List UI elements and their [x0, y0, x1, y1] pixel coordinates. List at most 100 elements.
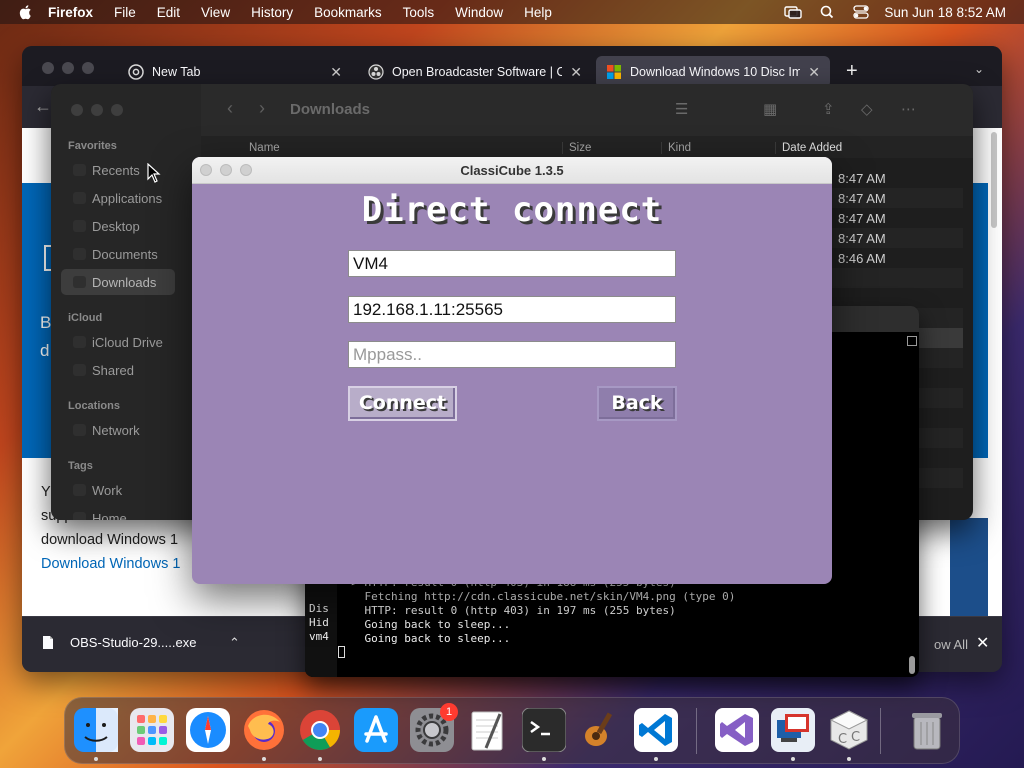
- svg-text:C: C: [851, 730, 860, 745]
- menu-tools[interactable]: Tools: [403, 5, 435, 20]
- sidebar-item-label: Recents: [92, 162, 140, 178]
- list-view-icon[interactable]: ☰: [675, 100, 688, 118]
- screen-mirroring-icon[interactable]: [784, 5, 803, 19]
- column-date-added[interactable]: Date Added: [775, 142, 842, 154]
- menu-history[interactable]: History: [251, 5, 293, 20]
- tab-close-icon[interactable]: ✕: [330, 64, 342, 81]
- tag-icon[interactable]: ◇: [861, 100, 873, 118]
- dock-safari[interactable]: [186, 708, 230, 752]
- terminal-scrollbar[interactable]: [907, 336, 917, 676]
- back-button[interactable]: Back: [597, 386, 677, 421]
- sidebar-item-tag-work[interactable]: Work: [61, 477, 175, 503]
- sidebar-item-label: Desktop: [92, 218, 140, 234]
- close-icon[interactable]: ✕: [976, 633, 989, 653]
- sidebar-item-label: Shared: [92, 362, 134, 378]
- window-zoom-button[interactable]: [82, 62, 94, 74]
- sidebar-item-desktop[interactable]: Desktop: [61, 213, 175, 239]
- apple-menu-icon[interactable]: [18, 4, 34, 20]
- classicube-titlebar[interactable]: ClassiCube 1.3.5: [192, 157, 832, 184]
- tab-close-icon[interactable]: ✕: [570, 64, 582, 81]
- share-icon[interactable]: ⇪: [822, 100, 835, 118]
- hero-text: B: [40, 313, 52, 332]
- chevron-right-icon[interactable]: ›: [259, 98, 265, 119]
- control-center-icon[interactable]: [852, 5, 870, 19]
- running-indicator: [542, 757, 546, 761]
- sidebar-item-icloud-drive[interactable]: iCloud Drive: [61, 329, 175, 355]
- connect-button[interactable]: Connect: [348, 386, 457, 421]
- dock-visual-studio[interactable]: [715, 708, 759, 752]
- column-size[interactable]: Size: [562, 142, 591, 154]
- page-scrollbar[interactable]: [990, 128, 998, 228]
- desktop-icon: [73, 220, 86, 232]
- sidebar-item-label: Downloads: [92, 274, 157, 290]
- dock-remote-desktop[interactable]: [771, 708, 815, 752]
- menu-clock[interactable]: Sun Jun 18 8:52 AM: [884, 5, 1006, 20]
- more-actions-icon[interactable]: ⋯: [901, 100, 916, 118]
- sidebar-item-downloads[interactable]: Downloads: [61, 269, 175, 295]
- search-icon[interactable]: [818, 5, 836, 19]
- chevron-up-icon[interactable]: ⌃: [229, 635, 240, 651]
- scrollbar-thumb[interactable]: [991, 132, 997, 228]
- back-arrow-icon[interactable]: ←: [34, 96, 52, 117]
- list-all-tabs-icon[interactable]: ⌄: [974, 62, 984, 76]
- dock-classicube[interactable]: CC: [827, 708, 871, 752]
- window-close-button[interactable]: [42, 62, 54, 74]
- dock-system-settings[interactable]: 1: [410, 703, 458, 752]
- window-minimize-button[interactable]: [62, 62, 74, 74]
- username-input[interactable]: [348, 250, 676, 277]
- show-all-button[interactable]: ow All: [934, 637, 968, 652]
- download-item[interactable]: OBS-Studio-29.....exe: [42, 635, 196, 650]
- window-close-button[interactable]: [71, 104, 83, 116]
- remote-desktop-icon: [771, 708, 815, 752]
- tag-dot-icon: [73, 484, 86, 496]
- sidebar-item-documents[interactable]: Documents: [61, 241, 175, 267]
- tab-title: Download Windows 10 Disc Im: [630, 65, 801, 79]
- chevron-left-icon[interactable]: ‹: [227, 98, 233, 119]
- app-menu[interactable]: Firefox: [48, 5, 93, 20]
- window-minimize-button[interactable]: [91, 104, 103, 116]
- mppass-input[interactable]: [348, 341, 676, 368]
- menu-help[interactable]: Help: [524, 5, 552, 20]
- dock-firefox[interactable]: [242, 708, 286, 752]
- tab-close-icon[interactable]: ✕: [808, 64, 820, 81]
- menu-bookmarks[interactable]: Bookmarks: [314, 5, 382, 20]
- dock-textedit[interactable]: [466, 708, 510, 752]
- date-added: 8:47 AM: [838, 231, 886, 246]
- finder-toolbar: ‹ › Downloads ☰ ▦ ⇪ ◇ ⋯ ⌕: [201, 84, 973, 136]
- dock-terminal[interactable]: [521, 707, 567, 753]
- dock-chrome[interactable]: [298, 708, 342, 752]
- sidebar-section-icloud: iCloud: [68, 312, 103, 324]
- sidebar-item-label: Documents: [92, 246, 158, 262]
- terminal-output[interactable]: ==> HTTP: result 0 (http 403) in 188 ms …: [338, 576, 735, 660]
- body-text: download Windows 1: [41, 532, 179, 548]
- sidebar-item-tag-home[interactable]: Home: [61, 505, 175, 520]
- grid-view-icon[interactable]: ▦: [763, 100, 777, 118]
- menu-edit[interactable]: Edit: [157, 5, 180, 20]
- dock-app-store[interactable]: [354, 708, 398, 752]
- scroll-button[interactable]: [907, 336, 917, 346]
- finder-sidebar: Favorites Recents Applications Desktop D…: [51, 84, 201, 520]
- classicube-icon: CC: [829, 710, 869, 750]
- sidebar-item-network[interactable]: Network: [61, 417, 175, 443]
- column-name[interactable]: Name: [249, 142, 280, 154]
- column-kind[interactable]: Kind: [661, 142, 691, 154]
- download-link[interactable]: Download Windows 1: [41, 556, 180, 572]
- downloads-icon: [73, 276, 86, 288]
- hero-text: d: [40, 341, 50, 360]
- dock-trash[interactable]: [905, 708, 949, 752]
- dock-garageband[interactable]: [578, 708, 622, 752]
- dock-launchpad[interactable]: [130, 708, 174, 752]
- scrollbar-thumb[interactable]: [909, 656, 915, 674]
- menu-bar: Firefox File Edit View History Bookmarks…: [0, 0, 1024, 24]
- page-title: Direct connect: [361, 190, 663, 230]
- menu-window[interactable]: Window: [455, 5, 503, 20]
- sidebar-item-applications[interactable]: Applications: [61, 185, 175, 211]
- dock-finder[interactable]: [74, 708, 118, 752]
- dock-vscode[interactable]: [634, 708, 678, 752]
- menu-file[interactable]: File: [114, 5, 136, 20]
- server-address-input[interactable]: [348, 296, 676, 323]
- menu-view[interactable]: View: [201, 5, 230, 20]
- sidebar-item-shared[interactable]: Shared: [61, 357, 175, 383]
- window-zoom-button[interactable]: [111, 104, 123, 116]
- new-tab-button[interactable]: +: [846, 60, 858, 83]
